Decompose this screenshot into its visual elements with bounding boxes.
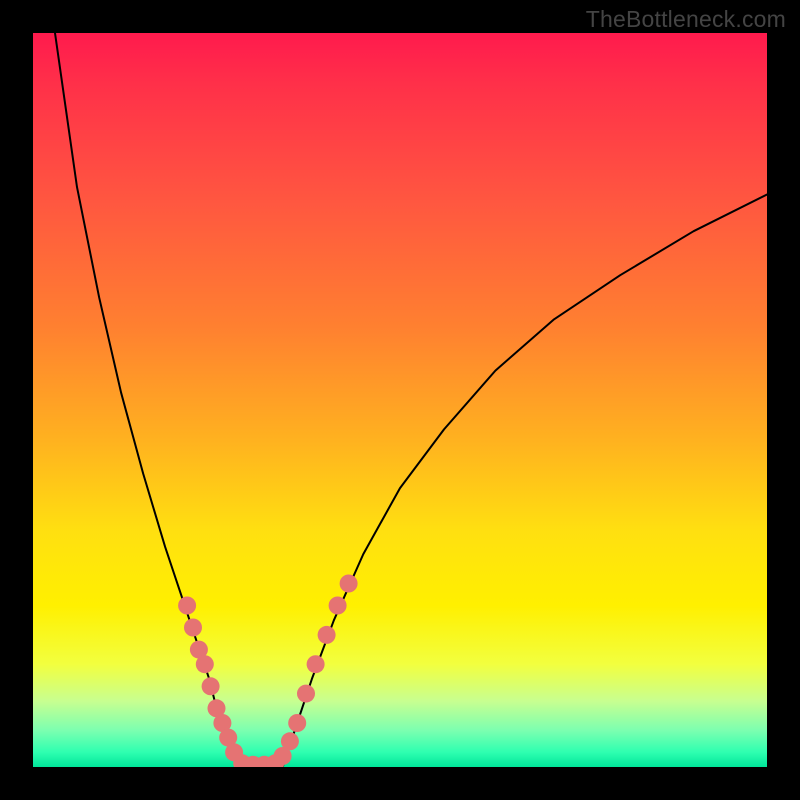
watermark-label: TheBottleneck.com	[586, 6, 786, 33]
chart-frame: TheBottleneck.com	[0, 0, 800, 800]
bead-point	[297, 685, 315, 703]
bead-point	[196, 655, 214, 673]
bead-point	[184, 619, 202, 637]
bead-point	[318, 626, 336, 644]
bead-point	[340, 575, 358, 593]
bead-point	[307, 655, 325, 673]
plot-area	[33, 33, 767, 767]
bead-point	[281, 732, 299, 750]
bead-point	[329, 597, 347, 615]
bottleneck-curve	[55, 33, 767, 767]
bead-point	[288, 714, 306, 732]
bead-point	[202, 677, 220, 695]
bead-point	[178, 597, 196, 615]
beads-group	[178, 575, 358, 768]
bottleneck-curve-svg	[33, 33, 767, 767]
